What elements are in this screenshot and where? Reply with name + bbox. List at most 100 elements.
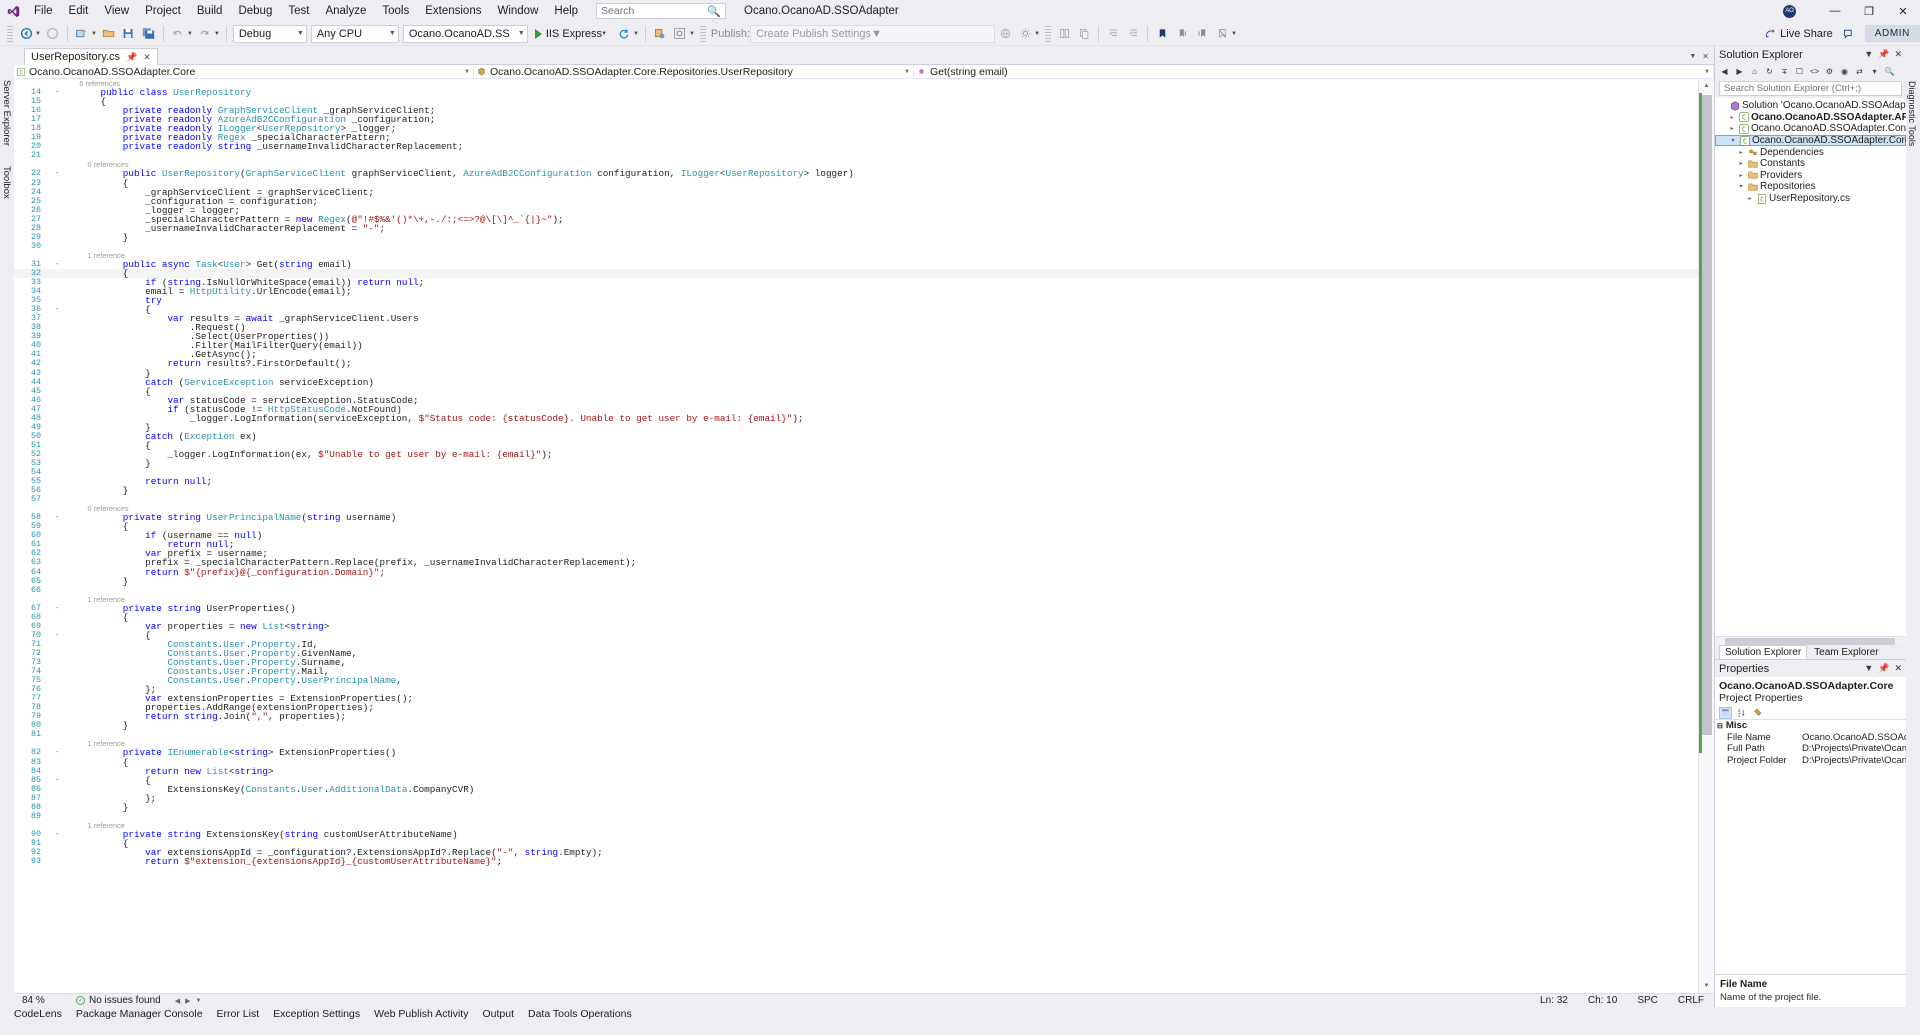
preview-icon[interactable]: ◉ [1838, 65, 1851, 78]
view-code-icon[interactable]: <> [1808, 65, 1821, 78]
code-line[interactable]: 66 [14, 586, 1698, 595]
menu-test[interactable]: Test [280, 2, 317, 20]
close-button[interactable]: ✕ [1886, 0, 1920, 22]
send-feedback-icon[interactable] [1839, 24, 1859, 44]
code-line[interactable]: 52 _logger.LogInformation(ex, $"Unable t… [14, 450, 1698, 459]
menu-tools[interactable]: Tools [374, 2, 417, 20]
tab-team-explorer[interactable]: Team Explorer [1809, 646, 1883, 659]
property-category[interactable]: ⊟Misc [1715, 720, 1906, 732]
tab-list-icon[interactable]: ▼ [1689, 53, 1696, 60]
nav-project-dropdown[interactable]: C Ocano.OcanoAD.SSOAdapter.Core ▼ [14, 65, 474, 78]
tree-node[interactable]: Solution 'Ocano.OcanoAD.SSOAdapter' (3 o… [1715, 100, 1906, 112]
tab-server-explorer[interactable]: Server Explorer [0, 74, 13, 152]
tree-node[interactable]: ▸CUserRepository.cs [1715, 193, 1906, 205]
attach-to-process-icon[interactable] [650, 24, 670, 44]
property-value[interactable]: D:\Projects\Private\Ocano.Ocano [1799, 755, 1906, 766]
code-line[interactable]: 67- private string UserProperties() [14, 604, 1698, 613]
menu-project[interactable]: Project [137, 2, 189, 20]
minimize-button[interactable]: — [1818, 0, 1852, 22]
compare-files-icon[interactable] [1054, 24, 1074, 44]
property-value[interactable]: Ocano.OcanoAD.SSOAdapter.Cor [1799, 732, 1906, 743]
code-line[interactable]: 89 [14, 812, 1698, 821]
live-share-button[interactable]: Live Share [1759, 27, 1839, 41]
navigate-forward-icon[interactable] [43, 24, 63, 44]
expander-icon[interactable]: ▸ [1727, 114, 1737, 121]
tab-error-list[interactable]: Error List [217, 1008, 260, 1020]
tab-data-tools-operations[interactable]: Data Tools Operations [528, 1008, 632, 1020]
publish-settings-gear-icon[interactable] [1015, 24, 1035, 44]
expander-icon[interactable]: ▸ [1736, 149, 1746, 156]
filter-icon[interactable]: ▾ [1868, 65, 1881, 78]
sync-icon[interactable]: ⇄ [1853, 65, 1866, 78]
properties-page-icon[interactable] [1751, 707, 1764, 719]
menu-window[interactable]: Window [489, 2, 546, 20]
categorized-icon[interactable] [1719, 707, 1732, 719]
tree-node[interactable]: ▾COcano.OcanoAD.SSOAdapter.Core [1715, 135, 1906, 147]
code-line[interactable]: 81 [14, 730, 1698, 739]
search-input[interactable] [601, 5, 707, 17]
document-tab-userrepository[interactable]: UserRepository.cs 📌 ✕ [24, 48, 158, 65]
chevron-down-icon[interactable]: ▼ [1864, 49, 1873, 60]
home-icon[interactable]: ⌂ [1748, 65, 1761, 78]
scrollbar-thumb[interactable] [1702, 95, 1712, 735]
tree-node[interactable]: ▸COcano.OcanoAD.SSOAdapter.Contracts [1715, 123, 1906, 135]
configuration-combo[interactable]: Debug ▼ [233, 25, 307, 43]
toolbar-grip[interactable] [7, 26, 13, 42]
publish-settings-combo[interactable]: Create Publish Settings ▼ [750, 25, 995, 43]
code-line[interactable]: 75 Constants.User.Property.UserPrincipal… [14, 676, 1698, 685]
forward-icon[interactable]: ▶ [1733, 65, 1746, 78]
fold-icon[interactable]: - [51, 169, 63, 178]
tab-codelens[interactable]: CodeLens [14, 1008, 62, 1020]
code-line[interactable]: 84 return new List<string> [14, 767, 1698, 776]
tab-exception-settings[interactable]: Exception Settings [273, 1008, 360, 1020]
solution-search-input[interactable] [1724, 83, 1897, 94]
expander-icon[interactable]: ▾ [1728, 137, 1738, 144]
expander-icon[interactable]: ▾ [1736, 183, 1746, 190]
code-line[interactable]: 93 return $"extension_{extensionsAppId}_… [14, 857, 1698, 866]
outdent-icon[interactable] [1123, 24, 1143, 44]
solution-tree[interactable]: Solution 'Ocano.OcanoAD.SSOAdapter' (3 o… [1715, 98, 1906, 636]
solution-tree-hscrollbar[interactable] [1715, 636, 1906, 645]
code-line[interactable]: 90- private string ExtensionsKey(string … [14, 830, 1698, 839]
tab-toolbox[interactable]: Toolbox [0, 160, 13, 205]
code-line[interactable]: 50 catch (Exception ex) [14, 432, 1698, 441]
indent-icon[interactable] [1103, 24, 1123, 44]
menu-file[interactable]: File [26, 2, 61, 20]
collapse-icon[interactable]: ⊟ [1717, 722, 1723, 730]
nav-member-dropdown[interactable]: Get(string email) ▼ [914, 65, 1714, 78]
hscroll-thumb[interactable] [1725, 638, 1895, 645]
code-line[interactable]: 20 private readonly string _usernameInva… [14, 142, 1698, 151]
code-line[interactable]: 60 if (username == null) [14, 531, 1698, 540]
code-line[interactable]: 29 } [14, 233, 1698, 242]
alphabetical-icon[interactable]: AZ [1735, 707, 1748, 719]
code-line[interactable]: 69 var properties = new List<string> [14, 622, 1698, 631]
tree-node[interactable]: ▸COcano.OcanoAD.SSOAdapter.API [1715, 112, 1906, 124]
clear-bookmarks-icon[interactable] [1212, 24, 1232, 44]
code-line[interactable]: 31- public async Task<User> Get(string e… [14, 260, 1698, 269]
save-icon[interactable] [119, 24, 139, 44]
open-file-icon[interactable] [99, 24, 119, 44]
code-line[interactable]: 87 }; [14, 794, 1698, 803]
fold-icon[interactable]: - [51, 513, 63, 522]
tab-output[interactable]: Output [482, 1008, 514, 1020]
code-line[interactable]: 21 [14, 151, 1698, 160]
show-all-files-icon[interactable]: ☐ [1793, 65, 1806, 78]
tab-solution-explorer[interactable]: Solution Explorer [1719, 645, 1807, 659]
menu-view[interactable]: View [96, 2, 137, 20]
fold-icon[interactable]: - [51, 748, 63, 757]
publish-globe-icon[interactable] [995, 24, 1015, 44]
code-line[interactable]: 58- private string UserPrincipalName(str… [14, 513, 1698, 522]
properties-grid[interactable]: ⊟MiscFile NameOcano.OcanoAD.SSOAdapter.C… [1715, 720, 1906, 974]
code-text[interactable]: 6 references14- public class UserReposit… [14, 79, 1698, 993]
expander-icon[interactable]: ▸ [1736, 160, 1746, 167]
scroll-up-icon[interactable]: ▲ [1699, 79, 1714, 93]
fold-icon[interactable]: - [51, 776, 63, 785]
tab-package-manager-console[interactable]: Package Manager Console [76, 1008, 203, 1020]
pin-icon[interactable]: 📌 [126, 52, 137, 63]
prev-bookmark-icon[interactable] [1192, 24, 1212, 44]
fold-icon[interactable]: - [51, 604, 63, 613]
code-line[interactable]: 80 } [14, 721, 1698, 730]
code-line[interactable]: 54 [14, 468, 1698, 477]
expander-icon[interactable]: ▸ [1736, 172, 1746, 179]
menu-build[interactable]: Build [189, 2, 231, 20]
